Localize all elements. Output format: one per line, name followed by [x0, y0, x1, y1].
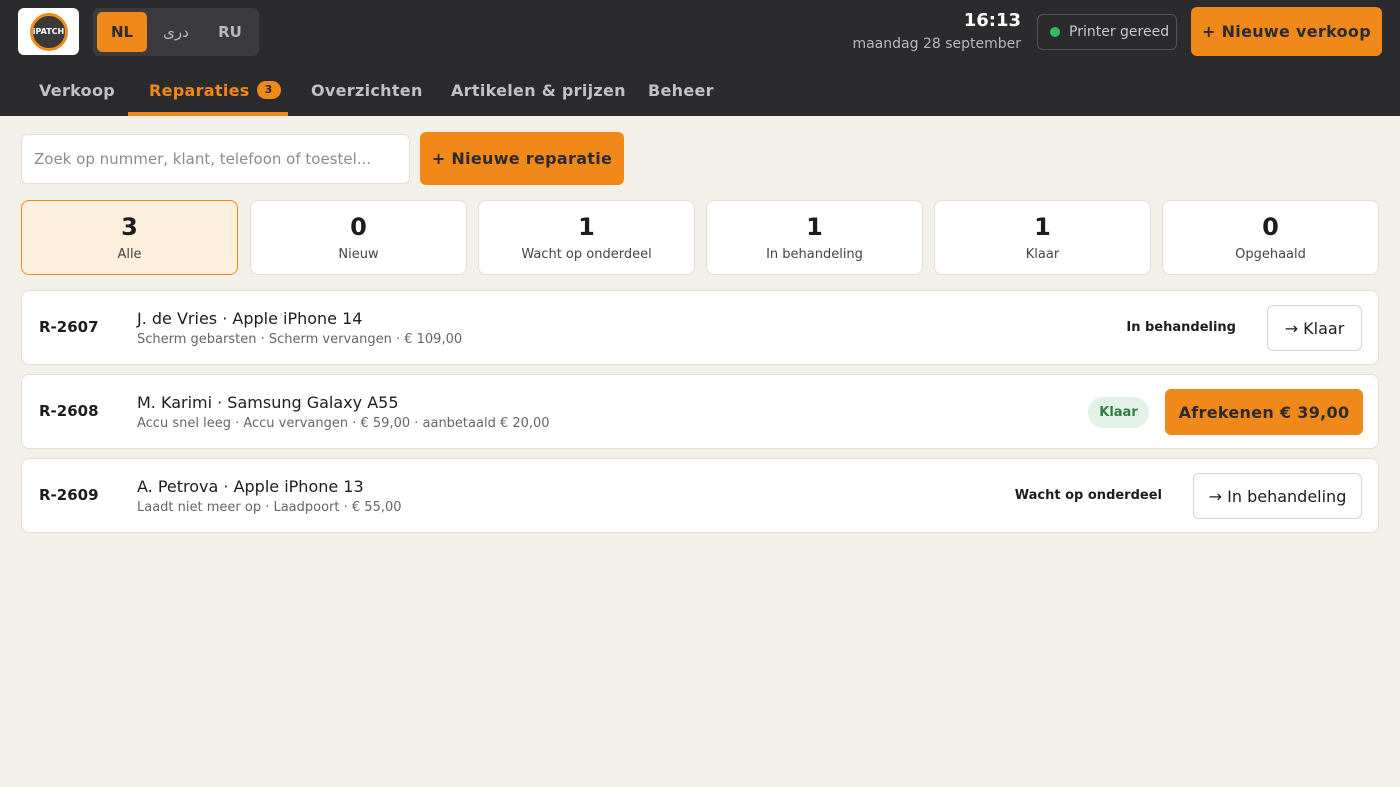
- repair-row[interactable]: R-2609 A. Petrova · Apple iPhone 13 Laad…: [21, 458, 1379, 533]
- repair-status: Wacht op onderdeel: [1014, 488, 1162, 503]
- tab-label: Overzichten: [311, 80, 423, 100]
- repair-status-badge: Klaar: [1088, 397, 1149, 428]
- printer-ok-icon: [1050, 27, 1060, 37]
- filter-label: Alle: [117, 247, 142, 262]
- repair-row[interactable]: R-2608 M. Karimi · Samsung Galaxy A55 Ac…: [21, 374, 1379, 449]
- filter-count: 0: [350, 213, 367, 241]
- repair-customer-device: A. Petrova · Apple iPhone 13: [137, 477, 364, 496]
- filter-count: 1: [806, 213, 823, 241]
- lang-ru-button[interactable]: RU: [205, 12, 255, 52]
- clock: 16:13: [963, 10, 1021, 31]
- filter-card-klaar[interactable]: 1 Klaar: [934, 200, 1151, 275]
- printer-status-label: Printer gereed: [1069, 24, 1170, 40]
- repair-row[interactable]: R-2607 J. de Vries · Apple iPhone 14 Sch…: [21, 290, 1379, 365]
- tab-label: Verkoop: [39, 80, 115, 100]
- lang-dari-button[interactable]: دری: [151, 12, 201, 52]
- logo-text: iPATCH: [32, 27, 65, 36]
- tab-beheer[interactable]: Beheer: [648, 64, 714, 116]
- filter-label: Opgehaald: [1235, 247, 1306, 262]
- repair-number: R-2607: [39, 318, 99, 336]
- repair-number: R-2609: [39, 486, 99, 504]
- filter-count: 3: [121, 213, 138, 241]
- repair-details: Accu snel leeg · Accu vervangen · € 59,0…: [137, 416, 550, 431]
- filter-label: In behandeling: [766, 247, 863, 262]
- filter-count: 0: [1262, 213, 1279, 241]
- tab-label: Beheer: [648, 80, 714, 100]
- repairs-count-badge: 3: [256, 81, 281, 99]
- repair-search-input[interactable]: [21, 134, 410, 184]
- filter-card-opgehaald[interactable]: 0 Opgehaald: [1162, 200, 1379, 275]
- repair-number: R-2608: [39, 402, 99, 420]
- repair-customer-device: M. Karimi · Samsung Galaxy A55: [137, 393, 399, 412]
- filter-label: Nieuw: [338, 247, 379, 262]
- logo-icon: iPATCH: [29, 12, 68, 51]
- tab-reparaties[interactable]: Reparaties 3: [149, 64, 281, 116]
- filter-card-in-behandeling[interactable]: 1 In behandeling: [706, 200, 923, 275]
- filter-label: Klaar: [1025, 247, 1060, 262]
- new-sale-button[interactable]: + Nieuwe verkoop: [1191, 7, 1382, 56]
- repair-details: Laadt niet meer op · Laadpoort · € 55,00: [137, 500, 402, 515]
- tab-overzichten[interactable]: Overzichten: [311, 64, 423, 116]
- top-bar: iPATCH NL دری RU 16:13 maandag 28 septem…: [0, 0, 1400, 116]
- tab-verkoop[interactable]: Verkoop: [39, 64, 115, 116]
- tab-label: Reparaties: [149, 80, 250, 100]
- repair-status: In behandeling: [1126, 320, 1236, 335]
- language-switcher: NL دری RU: [93, 8, 259, 56]
- advance-status-button[interactable]: → Klaar: [1267, 305, 1362, 351]
- lang-nl-button[interactable]: NL: [97, 12, 147, 52]
- checkout-button[interactable]: Afrekenen € 39,00: [1165, 389, 1363, 435]
- filter-card-alle[interactable]: 3 Alle: [21, 200, 238, 275]
- tab-label: Artikelen & prijzen: [451, 80, 626, 100]
- active-tab-indicator: [128, 112, 288, 116]
- main-nav-tabs: Verkoop Reparaties 3 Overzichten Artikel…: [0, 64, 1400, 116]
- app-logo: iPATCH: [18, 8, 79, 55]
- filter-count: 1: [1034, 213, 1051, 241]
- advance-status-button[interactable]: → In behandeling: [1193, 473, 1362, 519]
- filter-count: 1: [578, 213, 595, 241]
- current-date: maandag 28 september: [852, 36, 1021, 52]
- tab-artikelen-prijzen[interactable]: Artikelen & prijzen: [451, 64, 626, 116]
- filter-card-wacht-op-onderdeel[interactable]: 1 Wacht op onderdeel: [478, 200, 695, 275]
- repair-details: Scherm gebarsten · Scherm vervangen · € …: [137, 332, 463, 347]
- filter-label: Wacht op onderdeel: [521, 247, 652, 262]
- filter-card-nieuw[interactable]: 0 Nieuw: [250, 200, 467, 275]
- repair-customer-device: J. de Vries · Apple iPhone 14: [137, 309, 363, 328]
- printer-status[interactable]: Printer gereed: [1037, 14, 1177, 50]
- new-repair-button[interactable]: + Nieuwe reparatie: [420, 132, 624, 185]
